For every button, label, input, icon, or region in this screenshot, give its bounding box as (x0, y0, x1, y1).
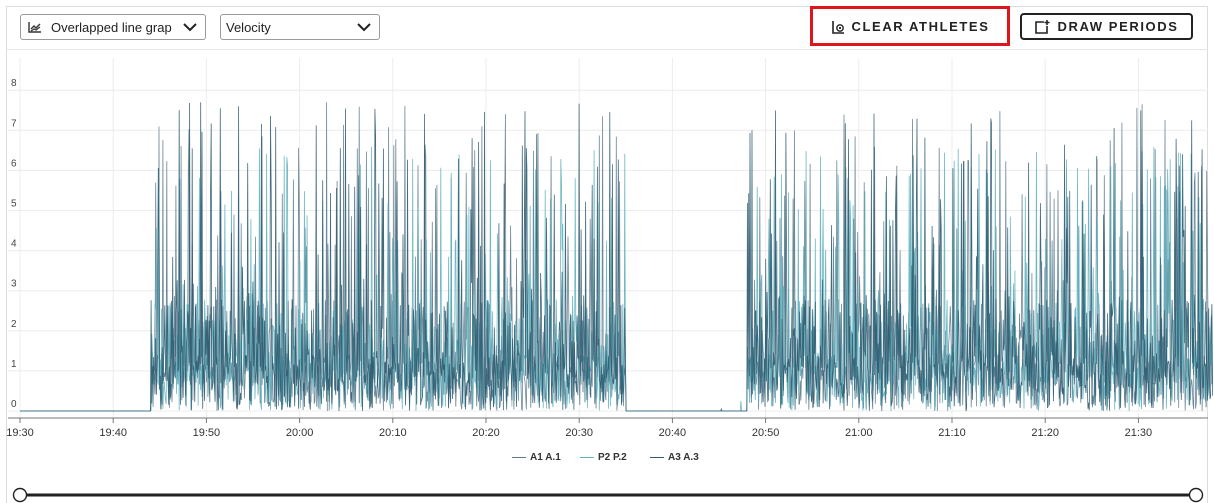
legend-label: A1 A.1 (530, 452, 561, 463)
legend-label: P2 P.2 (598, 452, 627, 463)
chevron-down-icon (357, 23, 371, 32)
legend-item[interactable]: A3 A.3 (650, 452, 699, 463)
legend-label: A3 A.3 (668, 452, 699, 463)
y-tick-label: 5 (11, 199, 17, 210)
x-tick-label: 20:50 (752, 427, 780, 439)
line-graph-icon (28, 22, 41, 33)
metric-value: Velocity (226, 19, 271, 35)
velocity-line-chart[interactable]: 0 1 2 3 4 5 6 7 8 19:30 19:40 19:50 20:00 20:10 20:20… (0, 50, 1214, 450)
chart-series (20, 102, 1213, 412)
y-tick-label: 2 (11, 319, 17, 330)
x-tick-label: 21:30 (1125, 427, 1153, 439)
slider-handle-start[interactable] (12, 487, 28, 503)
y-tick-label: 0 (11, 399, 17, 410)
y-tick-label: 7 (11, 118, 17, 129)
legend-item[interactable]: A1 A.1 (512, 452, 561, 463)
y-tick-label: 8 (11, 78, 17, 89)
toolbar: Overlapped line grap Velocity CLEAR ATHL… (0, 0, 1214, 50)
x-tick-label: 21:10 (938, 427, 966, 439)
y-axis-ticks: 0 1 2 3 4 5 6 7 8 (11, 78, 17, 410)
x-tick-label: 20:10 (379, 427, 407, 439)
y-tick-label: 6 (11, 158, 17, 169)
chart-legend: A1 A.1 P2 P.2 A3 A.3 (0, 452, 1214, 468)
x-tick-label: 21:00 (845, 427, 873, 439)
graph-type-select[interactable]: Overlapped line grap (20, 14, 206, 40)
x-tick-label: 20:00 (286, 427, 314, 439)
draw-periods-label: DRAW PERIODS (1057, 19, 1179, 34)
chevron-down-icon (183, 23, 197, 32)
x-tick-label: 20:30 (565, 427, 593, 439)
x-tick-label: 19:40 (99, 427, 127, 439)
legend-item[interactable]: P2 P.2 (580, 452, 627, 463)
x-tick-label: 19:30 (6, 427, 34, 439)
x-tick-label: 20:20 (472, 427, 500, 439)
draw-periods-button[interactable]: DRAW PERIODS (1020, 13, 1193, 40)
x-axis-ticks: 19:30 19:40 19:50 20:00 20:10 20:20 20:30 20:40… (6, 418, 1152, 439)
x-tick-label: 21:20 (1031, 427, 1059, 439)
y-tick-label: 1 (11, 359, 17, 370)
metric-select[interactable]: Velocity (220, 14, 380, 40)
time-range-slider[interactable] (0, 480, 1214, 503)
legend-swatch (580, 457, 594, 458)
graph-type-value: Overlapped line grap (51, 19, 172, 35)
y-tick-label: 4 (11, 239, 17, 250)
legend-swatch (512, 457, 526, 458)
y-tick-label: 3 (11, 279, 17, 290)
x-tick-label: 20:40 (659, 427, 687, 439)
x-tick-label: 19:50 (193, 427, 221, 439)
draw-periods-icon (1035, 19, 1050, 34)
legend-swatch (650, 457, 664, 458)
slider-handle-end[interactable] (1188, 487, 1204, 503)
highlight-box (810, 6, 1010, 46)
